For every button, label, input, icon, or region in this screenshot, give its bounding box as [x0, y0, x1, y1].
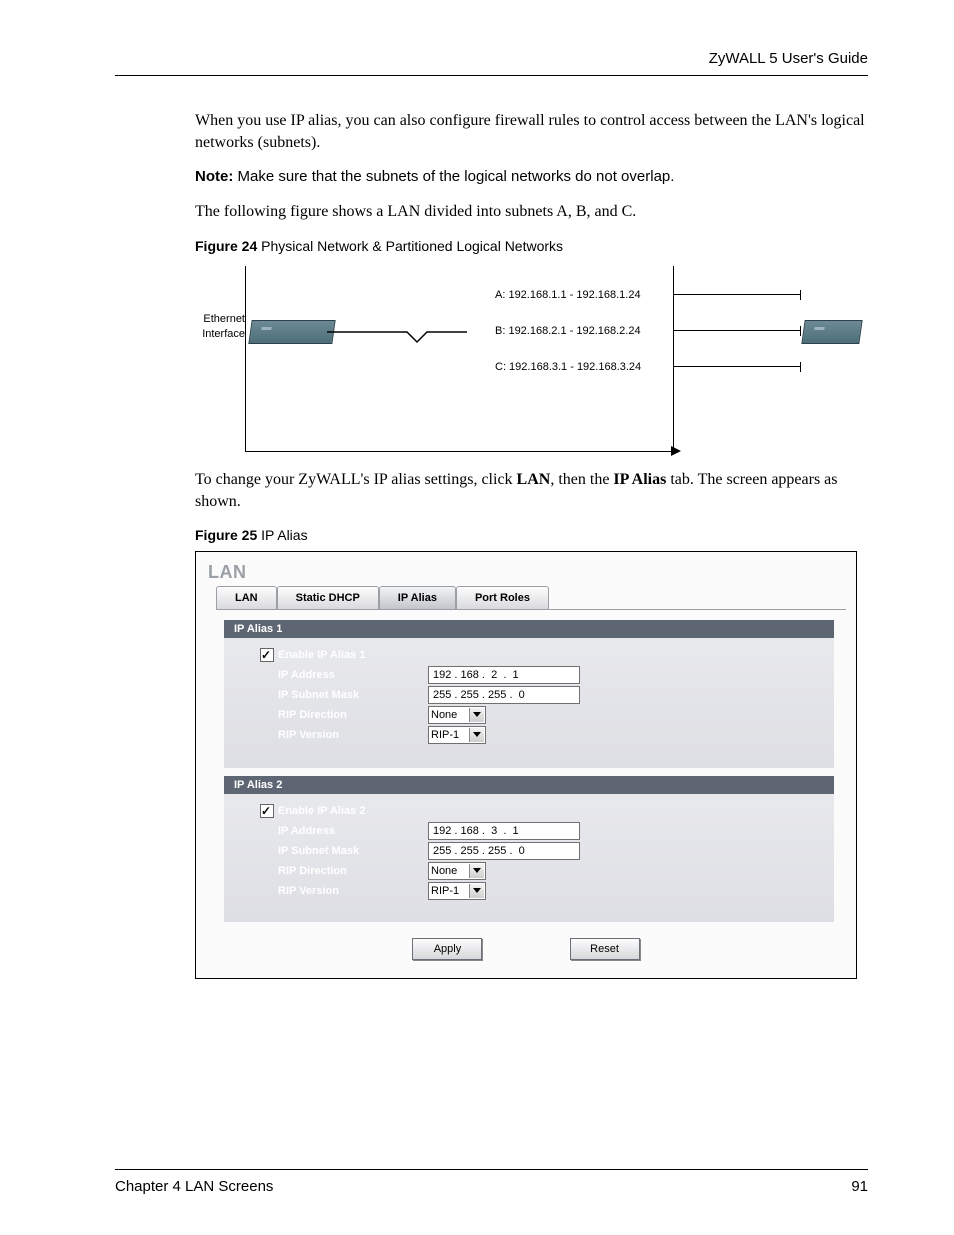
rip-version-1-label: RIP Version	[278, 726, 339, 744]
rip-version-2-label: RIP Version	[278, 882, 339, 900]
subnet-b-label: B: 192.168.2.1 - 192.168.2.24	[495, 324, 641, 339]
button-row: Apply Reset	[196, 938, 856, 960]
subnet-mask-2-input[interactable]: 255 . 255 . 255 . 0	[428, 842, 580, 860]
apply-button[interactable]: Apply	[412, 938, 482, 960]
chevron-down-icon	[473, 732, 481, 737]
lan-title: LAN	[208, 560, 247, 584]
tab-bar: LANStatic DHCPIP AliasPort Roles	[216, 586, 846, 610]
note-body: Make sure that the subnets of the logica…	[233, 168, 674, 185]
ethernet-interface-label: Ethernet Interface	[195, 312, 245, 342]
reset-button[interactable]: Reset	[570, 938, 640, 960]
arrowhead-icon	[671, 446, 681, 456]
enable-ip-alias-1-label: Enable IP Alias 1	[278, 646, 365, 664]
header-guide-title: ZyWALL 5 User's Guide	[709, 50, 868, 67]
paragraph-1: When you use IP alias, you can also conf…	[195, 110, 870, 153]
figure24-number: Figure 24	[195, 238, 257, 254]
enable-ip-alias-1-checkbox[interactable]	[260, 648, 274, 662]
rip-direction-2-select[interactable]: None	[428, 862, 486, 880]
tab-ip-alias[interactable]: IP Alias	[379, 586, 456, 609]
paragraph-2: The following figure shows a LAN divided…	[195, 201, 870, 223]
ip-address-1-input[interactable]: 192 . 168 . 2 . 1	[428, 666, 580, 684]
body-content: When you use IP alias, you can also conf…	[195, 110, 870, 979]
footer-rule	[115, 1169, 868, 1170]
figure24-diagram: Ethernet Interface A: 192.168.1.1 - 192.…	[195, 262, 860, 457]
axis-vertical-left	[245, 266, 246, 452]
note-label: Note:	[195, 168, 233, 185]
network-line-icon	[327, 328, 467, 346]
ip-alias-2-header: IP Alias 2	[224, 776, 834, 794]
chevron-down-icon	[473, 888, 481, 893]
enable-ip-alias-2-checkbox[interactable]	[260, 804, 274, 818]
subnet-mask-2-label: IP Subnet Mask	[278, 842, 359, 860]
figure24-caption: Figure 24 Physical Network & Partitioned…	[195, 237, 870, 256]
rip-version-1-select[interactable]: RIP-1	[428, 726, 486, 744]
figure25-screenshot: LAN LANStatic DHCPIP AliasPort Roles IP …	[195, 551, 857, 979]
router-icon-left	[248, 320, 335, 344]
figure25-title: IP Alias	[257, 527, 307, 543]
subnet-a-label: A: 192.168.1.1 - 192.168.1.24	[495, 288, 641, 303]
header-rule	[115, 75, 868, 76]
tab-underline	[216, 609, 846, 610]
ip-address-1-label: IP Address	[278, 666, 335, 684]
figure24-title: Physical Network & Partitioned Logical N…	[257, 238, 563, 254]
ip-address-2-input[interactable]: 192 . 168 . 3 . 1	[428, 822, 580, 840]
ip-alias-2-panel: IP Alias 2 Enable IP Alias 2 IP Address …	[224, 776, 834, 922]
ip-alias-1-header: IP Alias 1	[224, 620, 834, 638]
footer-chapter: Chapter 4 LAN Screens	[115, 1178, 273, 1195]
rip-direction-2-label: RIP Direction	[278, 862, 347, 880]
axis-horizontal	[245, 451, 673, 452]
router-icon-right	[801, 320, 862, 344]
bracket-a	[673, 294, 801, 295]
note-line: Note: Make sure that the subnets of the …	[195, 167, 870, 187]
tab-lan[interactable]: LAN	[216, 586, 277, 609]
rip-direction-1-label: RIP Direction	[278, 706, 347, 724]
ip-address-2-label: IP Address	[278, 822, 335, 840]
subnet-c-label: C: 192.168.3.1 - 192.168.3.24	[495, 360, 641, 375]
rip-direction-1-select[interactable]: None	[428, 706, 486, 724]
tab-static-dhcp[interactable]: Static DHCP	[277, 586, 379, 609]
paragraph-3: To change your ZyWALL's IP alias setting…	[195, 469, 870, 512]
chevron-down-icon	[473, 868, 481, 873]
rip-version-2-select[interactable]: RIP-1	[428, 882, 486, 900]
bracket-c	[673, 366, 801, 367]
chevron-down-icon	[473, 712, 481, 717]
figure25-caption: Figure 25 IP Alias	[195, 526, 870, 545]
footer-page-number: 91	[851, 1178, 868, 1195]
subnet-mask-1-label: IP Subnet Mask	[278, 686, 359, 704]
subnet-mask-1-input[interactable]: 255 . 255 . 255 . 0	[428, 686, 580, 704]
ip-alias-1-panel: IP Alias 1 Enable IP Alias 1 IP Address …	[224, 620, 834, 768]
bracket-b	[673, 330, 801, 331]
enable-ip-alias-2-label: Enable IP Alias 2	[278, 802, 365, 820]
figure25-number: Figure 25	[195, 527, 257, 543]
tab-port-roles[interactable]: Port Roles	[456, 586, 549, 609]
